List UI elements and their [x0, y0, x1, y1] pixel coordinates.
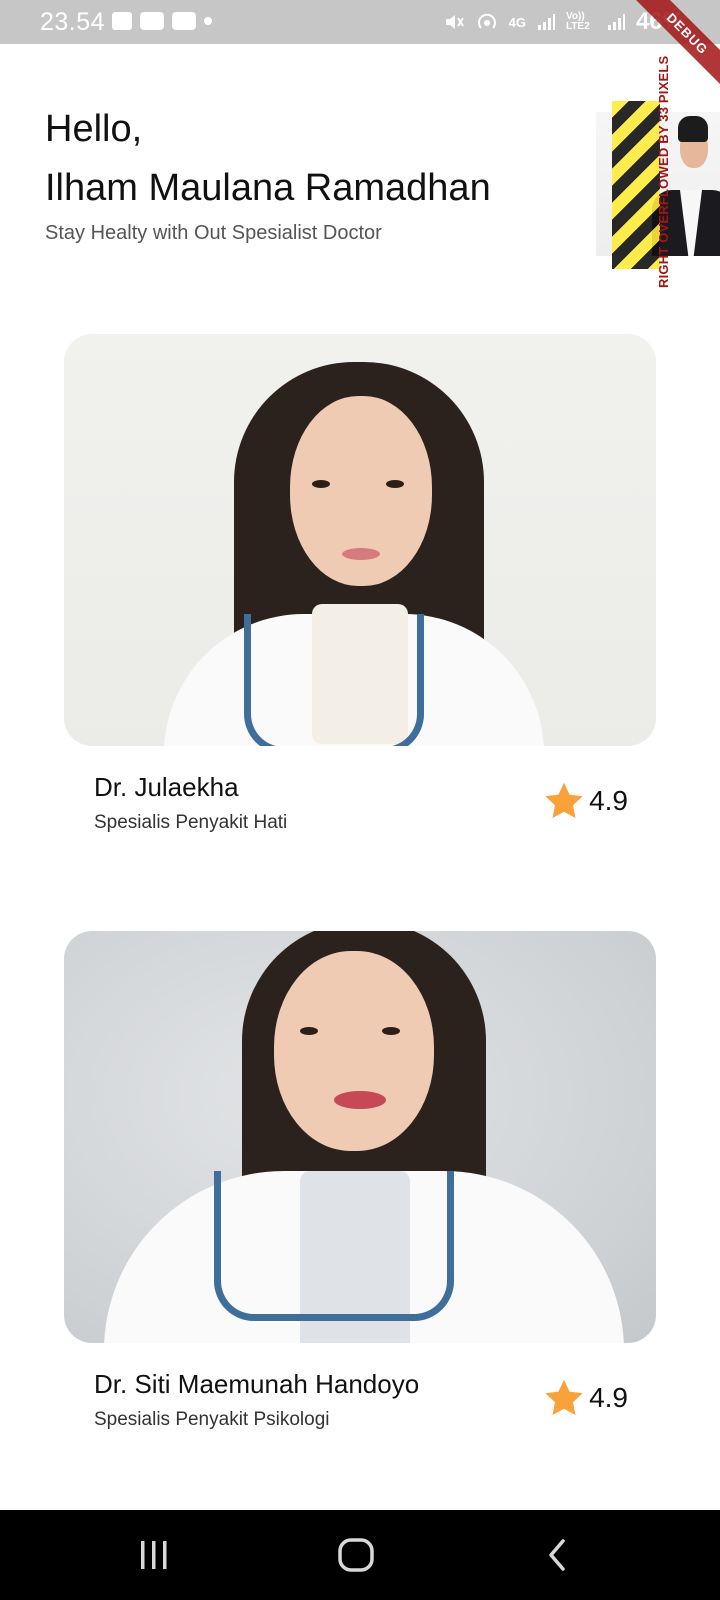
- gallery-icon: [112, 12, 132, 30]
- home-icon: [338, 1538, 374, 1572]
- status-time: 23.54: [40, 8, 106, 36]
- greeting: Hello,: [45, 108, 143, 150]
- doctor-card[interactable]: Dr. Siti Maemunah Handoyo Spesialis Peny…: [64, 931, 656, 1453]
- rating-value: 4.9: [589, 1382, 628, 1413]
- doctor-specialty: Spesialis Penyakit Psikologi: [94, 1409, 330, 1430]
- doctor-photo: [64, 931, 656, 1343]
- video-call-icon: [140, 12, 164, 30]
- recent-apps-button[interactable]: [124, 1530, 184, 1580]
- doctor-specialty: Spesialis Penyakit Hati: [94, 812, 288, 833]
- doctor-name: Dr. Siti Maemunah Handoyo: [94, 1369, 420, 1399]
- back-button[interactable]: [528, 1530, 588, 1580]
- status-bar: 23.54 4G Vo)) LTE2 46%: [0, 0, 720, 44]
- star-icon: [545, 782, 583, 819]
- back-icon: [549, 1539, 565, 1571]
- subtitle: Stay Healty with Out Spesialist Doctor: [45, 222, 382, 244]
- rating: 4.9: [541, 778, 628, 824]
- doctor-name: Dr. Julaekha: [94, 772, 239, 802]
- overflow-warning: RIGHT OVERFLOWED BY 33 PIXELS: [656, 55, 671, 288]
- doctor-info: Dr. Julaekha Spesialis Penyakit Hati 4.9: [64, 746, 656, 856]
- doctor-photo: [64, 334, 656, 746]
- navigation-bar: [0, 1510, 720, 1600]
- signal-icon-2: [607, 14, 625, 30]
- network-type: 4G: [508, 14, 526, 30]
- doctor-info: Dr. Siti Maemunah Handoyo Spesialis Peny…: [64, 1343, 656, 1453]
- signal-icon: [537, 14, 555, 30]
- user-name: Ilham Maulana Ramadhan: [45, 167, 491, 209]
- rating-value: 4.9: [589, 785, 628, 816]
- avatar-hair: [678, 116, 708, 142]
- mute-icon: [445, 15, 464, 29]
- notification-icons: [112, 12, 212, 30]
- volte-label: Vo)) LTE2: [565, 11, 590, 32]
- video-icon: [172, 12, 196, 30]
- recent-apps-icon: [141, 1541, 167, 1569]
- rating: 4.9: [541, 1375, 628, 1421]
- overflow-stripe: [612, 101, 660, 269]
- home-button[interactable]: [326, 1530, 386, 1580]
- doctor-card[interactable]: Dr. Julaekha Spesialis Penyakit Hati 4.9: [64, 334, 656, 856]
- dot-icon: [204, 17, 212, 25]
- star-icon: [545, 1379, 583, 1416]
- hotspot-icon: [477, 13, 496, 29]
